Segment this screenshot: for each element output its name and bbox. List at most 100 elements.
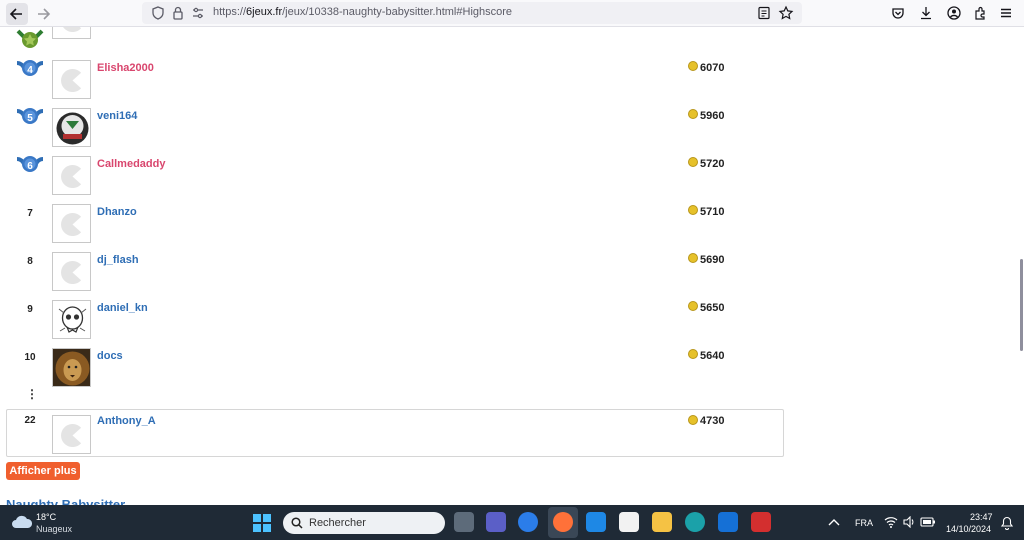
download-icon[interactable] (918, 5, 934, 21)
rank-number: 9 (27, 304, 33, 315)
url-bar[interactable]: https://6jeux.fr/jeux/10338-naughty-baby… (142, 2, 802, 24)
score-value: 5720 (700, 158, 725, 170)
avatar[interactable] (52, 300, 91, 339)
score-value: 5640 (700, 350, 725, 362)
clock-time[interactable]: 23:47 (970, 512, 993, 522)
file-explorer-icon[interactable] (652, 512, 672, 532)
url-text[interactable]: https://6jeux.fr/jeux/10338-naughty-baby… (213, 6, 512, 18)
player-name-link[interactable]: veni164 (97, 110, 137, 122)
back-button[interactable] (6, 3, 28, 25)
leaderboard-row: 10 docs 5640 (6, 348, 784, 396)
wifi-icon[interactable] (884, 516, 898, 528)
avatar[interactable] (52, 108, 91, 147)
default-avatar-icon (63, 27, 82, 32)
weather-description[interactable]: Nuageux (36, 524, 72, 534)
coin-icon (688, 349, 698, 359)
lion-avatar-icon (55, 351, 90, 386)
avatar[interactable] (52, 156, 91, 195)
score-value: 6070 (700, 62, 725, 74)
windows-start-icon[interactable] (253, 514, 271, 532)
rank-number: 7 (27, 208, 33, 219)
copilot-icon[interactable] (518, 512, 538, 532)
leaderboard-row-partial (6, 27, 784, 48)
avatar[interactable] (52, 60, 91, 99)
leaderboard-row: 5 veni164 5960 (6, 108, 784, 156)
coin-icon (688, 415, 698, 425)
player-name-link[interactable]: docs (97, 350, 123, 362)
weather-temperature[interactable]: 18°C (36, 512, 56, 522)
leaderboard-row: 9 daniel_kn 5650 (6, 300, 784, 348)
rank-gap-ellipsis: ⋮ (26, 387, 38, 401)
mail-icon[interactable] (718, 512, 738, 532)
edge-icon[interactable] (685, 512, 705, 532)
default-avatar-icon (61, 212, 82, 236)
avatar[interactable] (52, 252, 91, 291)
show-more-button[interactable]: Afficher plus (6, 462, 80, 480)
microsoft-store-icon[interactable] (619, 512, 639, 532)
score-value: 4730 (700, 415, 725, 427)
teams-icon[interactable] (486, 512, 506, 532)
player-name-link[interactable]: daniel_kn (97, 302, 148, 314)
highscore-page: 4 Elisha2000 6070 5 veni164 5960 6 Callm… (0, 27, 1018, 505)
player-name-link[interactable]: Dhanzo (97, 206, 137, 218)
cloud-weather-icon[interactable] (10, 513, 32, 531)
default-avatar-icon (61, 68, 82, 92)
pocket-icon[interactable] (890, 5, 906, 21)
leaderboard-row: 7 Dhanzo 5710 (6, 204, 784, 252)
score-value: 5650 (700, 302, 725, 314)
forward-button[interactable] (32, 3, 54, 25)
player-name-link[interactable]: Callmedaddy (97, 158, 165, 170)
emblem-avatar-icon (56, 112, 89, 145)
chevron-up-icon[interactable] (828, 518, 840, 526)
leaderboard-row: 8 dj_flash 5690 (6, 252, 784, 300)
rank-number: 8 (27, 256, 33, 267)
rank-number: 5 (27, 113, 33, 124)
lock-icon[interactable] (170, 5, 186, 21)
search-placeholder: Rechercher (309, 517, 366, 529)
taskbar-search-input[interactable]: Rechercher (283, 512, 445, 534)
rank-number: 6 (27, 161, 33, 172)
myhp-icon[interactable] (586, 512, 606, 532)
default-avatar-icon (61, 164, 82, 188)
arrow-right-icon (38, 8, 51, 20)
coin-icon (688, 61, 698, 71)
scrollbar-thumb[interactable] (1020, 259, 1023, 351)
battery-icon[interactable] (920, 516, 936, 528)
score-value: 5690 (700, 254, 725, 266)
arrow-left-icon (9, 8, 22, 20)
coin-icon (688, 301, 698, 311)
input-language[interactable]: FRA (855, 518, 873, 528)
page-scrollbar[interactable] (1018, 27, 1024, 505)
coin-icon (688, 205, 698, 215)
player-name-link[interactable]: Elisha2000 (97, 62, 154, 74)
avatar[interactable] (52, 27, 91, 39)
default-avatar-icon (61, 423, 82, 447)
avatar[interactable] (52, 415, 91, 454)
notification-bell-icon[interactable] (1000, 516, 1014, 530)
search-icon (291, 517, 303, 529)
tracking-shield-icon[interactable] (150, 5, 166, 21)
account-icon[interactable] (946, 5, 962, 21)
bookmark-star-icon[interactable] (778, 5, 794, 21)
menu-icon[interactable] (998, 5, 1014, 21)
avatar[interactable] (52, 348, 91, 387)
tlc-app-icon[interactable] (751, 512, 771, 532)
player-name-link[interactable]: Anthony_A (97, 415, 156, 427)
rank-number: 4 (27, 65, 33, 76)
speaker-icon[interactable] (902, 516, 916, 528)
coin-icon (688, 109, 698, 119)
player-name-link[interactable]: dj_flash (97, 254, 139, 266)
game-title-heading[interactable]: Naughty Babysitter (6, 497, 125, 505)
leaderboard-row: 6 Callmedaddy 5720 (6, 156, 784, 204)
avatar[interactable] (52, 204, 91, 243)
skull-avatar-icon (58, 306, 87, 333)
clock-date[interactable]: 14/10/2024 (946, 524, 991, 534)
rank-number: 10 (24, 352, 36, 363)
browser-toolbar: https://6jeux.fr/jeux/10338-naughty-baby… (0, 0, 1024, 27)
firefox-icon[interactable] (553, 512, 573, 532)
extensions-icon[interactable] (972, 5, 988, 21)
task-view-icon[interactable] (454, 512, 474, 532)
permissions-icon[interactable] (190, 5, 206, 21)
bronze-medal-icon (16, 29, 44, 48)
reader-view-icon[interactable] (756, 5, 772, 21)
